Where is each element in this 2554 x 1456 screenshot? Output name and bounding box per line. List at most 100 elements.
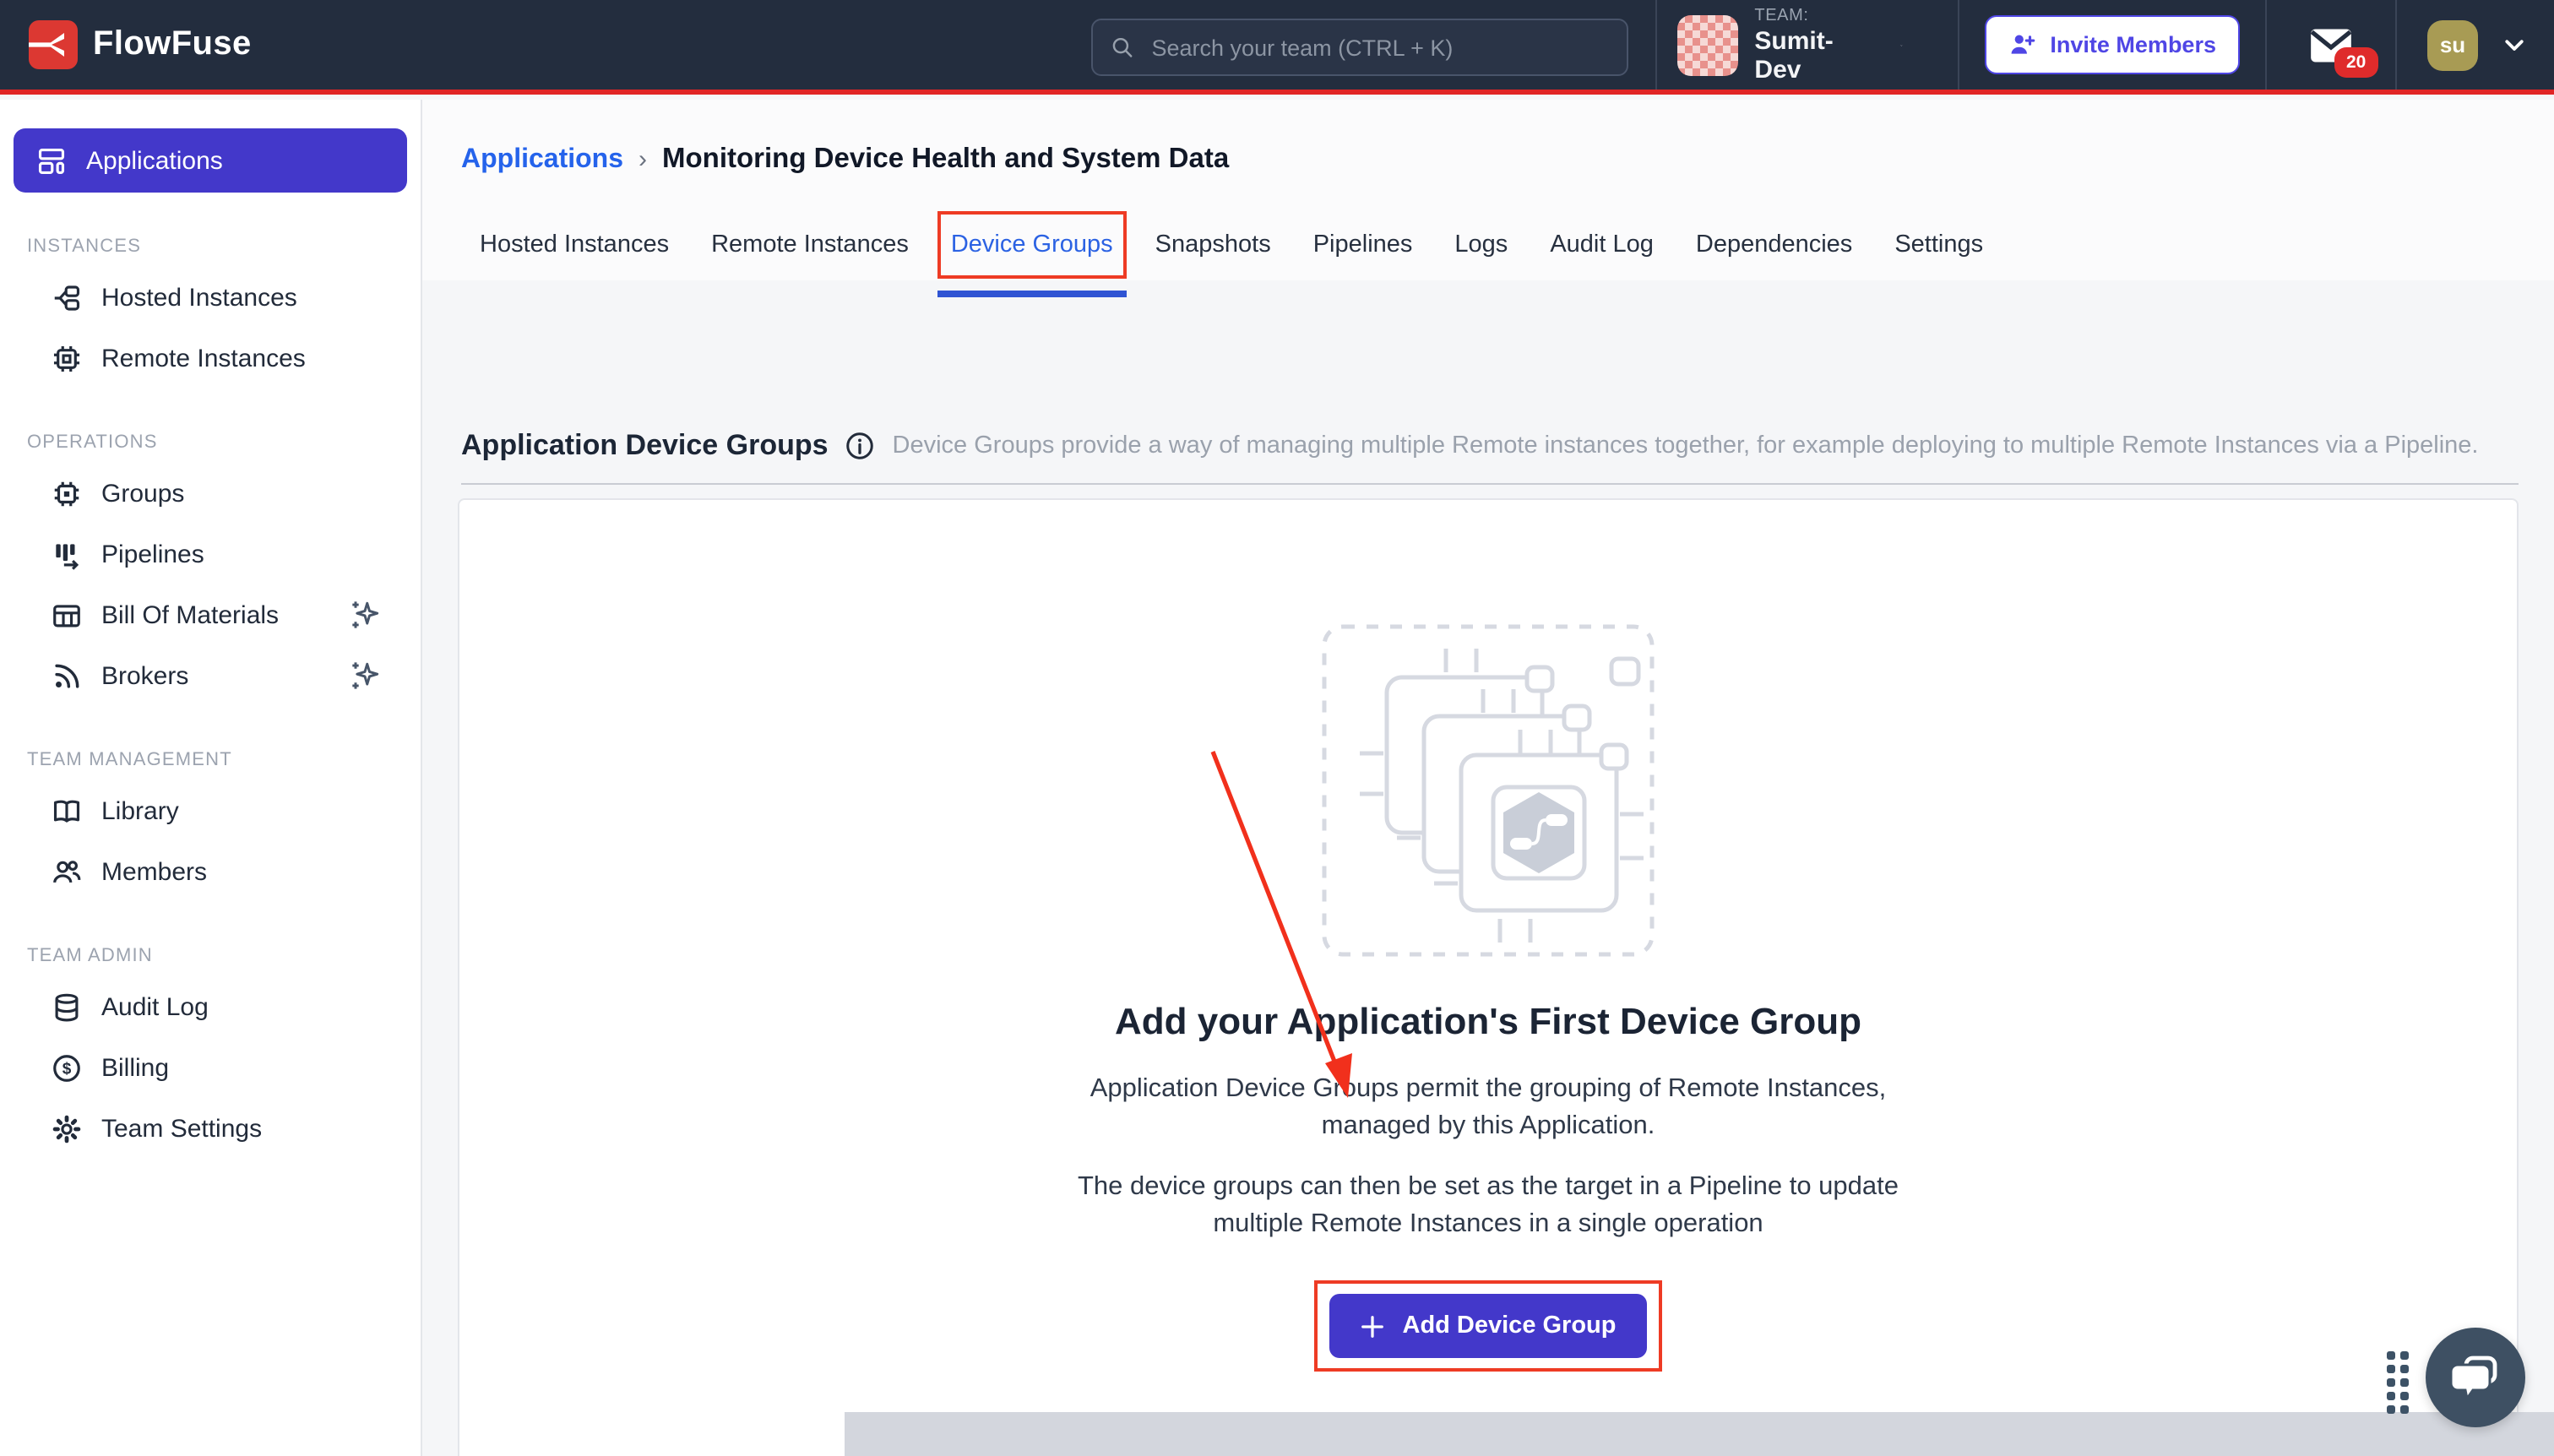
empty-state-paragraph-1: Application Device Groups permit the gro… (1032, 1071, 1944, 1145)
team-avatar (1676, 14, 1737, 75)
device-groups-panel: Add your Application's First Device Grou… (458, 498, 2519, 1456)
page-title: Monitoring Device Health and System Data (662, 144, 1229, 176)
section-divider (461, 483, 2519, 485)
sidebar-item-billing[interactable]: $ Billing (0, 1037, 421, 1098)
search-input[interactable] (1149, 33, 1611, 62)
sidebar-item-library[interactable]: Library (0, 780, 421, 841)
applications-icon (35, 144, 68, 177)
sidebar-item-label: Billing (101, 1053, 169, 1082)
audit-log-icon (51, 991, 83, 1023)
flowfuse-app: FlowFuse TEAM: Sumit-Dev Invite Members (0, 0, 2554, 1456)
flowfuse-logo-icon (29, 20, 78, 69)
invite-members-button[interactable]: Invite Members (1984, 15, 2240, 74)
sidebar-item-label: Team Settings (101, 1114, 262, 1143)
bottom-strip (845, 1412, 2554, 1456)
annotation-box-device-groups-tab: Device Groups (937, 210, 1127, 278)
device-group-illustration (1319, 622, 1657, 959)
sparkles-icon (346, 657, 383, 694)
application-tabs: Hosted Instances Remote Instances Device… (480, 208, 2554, 280)
breadcrumb-applications-link[interactable]: Applications (461, 144, 623, 175)
sidebar-section-instances: INSTANCES (27, 236, 421, 257)
tab-settings[interactable]: Settings (1894, 231, 1983, 258)
flowfuse-logo[interactable]: FlowFuse (0, 20, 252, 69)
add-device-group-button[interactable]: Add Device Group (1330, 1294, 1647, 1358)
sidebar-item-label: Applications (86, 146, 223, 175)
sidebar-item-pipelines[interactable]: Pipelines (0, 524, 421, 584)
sidebar-item-label: Audit Log (101, 992, 209, 1021)
tab-dependencies[interactable]: Dependencies (1696, 231, 1852, 258)
team-search[interactable] (1091, 19, 1628, 76)
svg-text:$: $ (62, 1060, 72, 1078)
sidebar-item-label: Hosted Instances (101, 283, 297, 312)
breadcrumb-separator: › (638, 145, 647, 174)
widget-drag-handle[interactable] (2387, 1351, 2409, 1414)
sidebar-item-brokers[interactable]: Brokers (0, 645, 421, 706)
sidebar-item-label: Pipelines (101, 540, 204, 568)
library-icon (51, 795, 83, 827)
sidebar-item-audit-log[interactable]: Audit Log (0, 976, 421, 1037)
notifications-button[interactable]: 20 (2267, 26, 2395, 63)
active-tab-underline (937, 290, 1127, 296)
billing-icon: $ (51, 1051, 83, 1084)
tab-hosted-instances[interactable]: Hosted Instances (480, 231, 669, 258)
hosted-instances-icon (51, 281, 83, 313)
sidebar-section-team-admin: TEAM ADMIN (27, 946, 421, 966)
section-description: Device Groups provide a way of managing … (893, 432, 2479, 459)
chat-widget-button[interactable] (2426, 1328, 2525, 1427)
team-settings-icon (51, 1112, 83, 1144)
tab-device-groups[interactable]: Device Groups (951, 231, 1113, 258)
sidebar-item-label: Bill Of Materials (101, 600, 279, 629)
sidebar-item-groups[interactable]: Groups (0, 463, 421, 524)
bill-of-materials-icon (51, 599, 83, 631)
sidebar-item-bill-of-materials[interactable]: Bill Of Materials (0, 584, 421, 645)
search-icon (1110, 34, 1135, 61)
plus-icon (1361, 1313, 1386, 1339)
groups-icon (51, 477, 83, 509)
add-device-group-label: Add Device Group (1403, 1312, 1617, 1339)
sidebar-section-operations: OPERATIONS (27, 432, 421, 453)
sparkles-icon (346, 596, 383, 633)
tab-remote-instances[interactable]: Remote Instances (711, 231, 909, 258)
user-plus-icon (2008, 30, 2036, 59)
tab-snapshots[interactable]: Snapshots (1155, 231, 1271, 258)
annotation-box-add-device-group: Add Device Group (1315, 1280, 1662, 1372)
members-icon (51, 856, 83, 888)
sidebar-item-label: Library (101, 796, 179, 825)
sidebar-item-remote-instances[interactable]: Remote Instances (0, 328, 421, 388)
top-navbar: FlowFuse TEAM: Sumit-Dev Invite Members (0, 0, 2554, 95)
empty-state-paragraph-2: The device groups can then be set as the… (1032, 1169, 1944, 1243)
sidebar-item-label: Members (101, 857, 207, 886)
user-avatar: su (2427, 19, 2478, 70)
tab-pipelines[interactable]: Pipelines (1313, 231, 1413, 258)
breadcrumb: Applications › Monitoring Device Health … (461, 144, 1229, 176)
notification-count-badge: 20 (2334, 46, 2377, 77)
chat-bubbles-icon (2450, 1354, 2501, 1401)
brand-name: FlowFuse (93, 25, 252, 64)
section-title: Application Device Groups (461, 429, 829, 463)
tab-audit-log[interactable]: Audit Log (1550, 231, 1654, 258)
empty-state-heading: Add your Application's First Device Grou… (1115, 1000, 1861, 1044)
empty-state: Add your Application's First Device Grou… (459, 500, 2517, 1456)
info-icon[interactable] (845, 431, 876, 461)
invite-members-label: Invite Members (2050, 32, 2216, 57)
team-label: TEAM: (1754, 6, 1833, 24)
sidebar-section-team-management: TEAM MANAGEMENT (27, 750, 421, 770)
chevron-down-icon (1901, 31, 1904, 58)
brokers-icon (51, 660, 83, 692)
team-selector[interactable]: TEAM: Sumit-Dev (1656, 6, 1957, 84)
sidebar-item-members[interactable]: Members (0, 841, 421, 902)
sidebar-item-team-settings[interactable]: Team Settings (0, 1098, 421, 1159)
team-name: Sumit-Dev (1754, 26, 1833, 84)
sidebar: Applications INSTANCES Hosted Instances … (0, 100, 422, 1456)
main-content: Applications › Monitoring Device Health … (422, 100, 2554, 1456)
sidebar-item-applications[interactable]: Applications (14, 128, 407, 193)
sidebar-item-label: Brokers (101, 661, 188, 690)
user-menu[interactable]: su (2397, 19, 2554, 70)
chevron-down-icon (2502, 32, 2527, 57)
pipelines-icon (51, 538, 83, 570)
sidebar-item-label: Remote Instances (101, 344, 306, 372)
remote-instances-icon (51, 342, 83, 374)
tab-logs[interactable]: Logs (1454, 231, 1508, 258)
sidebar-item-label: Groups (101, 479, 184, 508)
sidebar-item-hosted-instances[interactable]: Hosted Instances (0, 267, 421, 328)
